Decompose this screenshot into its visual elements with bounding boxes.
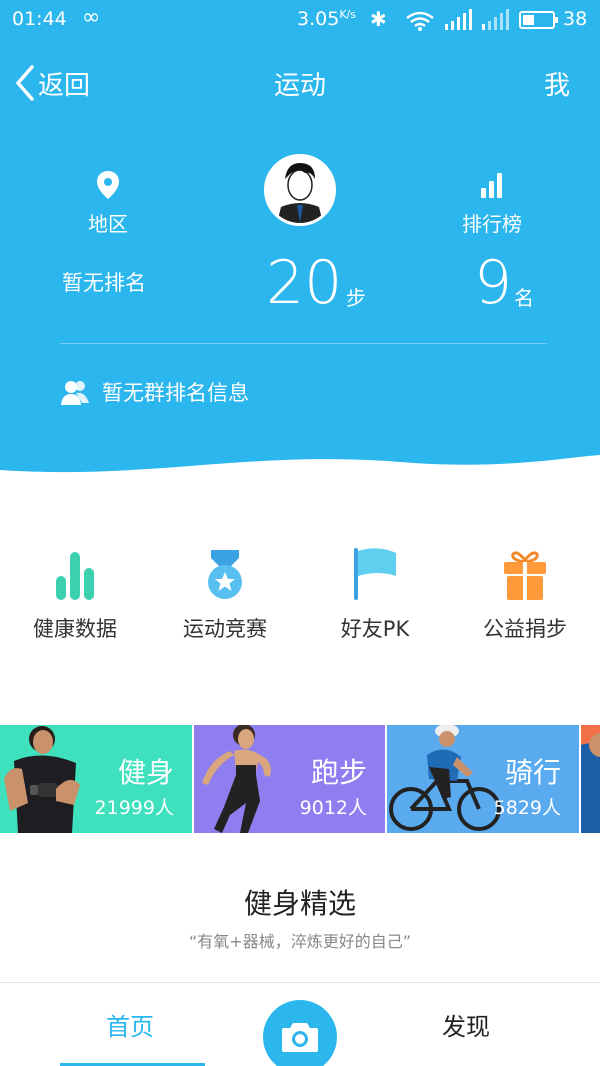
loop-icon: ∞ <box>82 5 101 30</box>
cycling-athlete-image <box>389 725 501 831</box>
net-speed-value: 3.05 <box>297 8 340 30</box>
battery-fill <box>523 15 534 25</box>
sport-name: 骑行 <box>504 756 561 789</box>
signal-icon <box>445 9 472 30</box>
battery-icon <box>519 11 558 29</box>
status-bar: 01:44 ∞ 3.05K/s ✱ 38 <box>0 0 600 40</box>
health-data-button[interactable]: 健康数据 <box>0 548 150 643</box>
flag-icon <box>354 548 396 600</box>
function-grid: 健康数据 运动竞赛 好友PK 公益捐步 <box>0 548 600 648</box>
sport-name: 跑步 <box>310 756 367 789</box>
sport-count: 5829人 <box>493 797 561 819</box>
net-speed-unit: K/s <box>339 8 356 21</box>
group-rank-label: 暂无群排名信息 <box>102 381 249 405</box>
sport-category-strip[interactable]: 健身 21999人 跑步 9012人 骑行 5829人 <box>0 725 600 833</box>
steps-value: 20 <box>266 248 343 318</box>
region-rank-text: 暂无排名 <box>62 271 146 295</box>
avatar-image <box>267 157 333 223</box>
sport-card-fitness[interactable]: 健身 21999人 <box>0 725 192 833</box>
sport-card-cycling[interactable]: 骑行 5829人 <box>387 725 579 833</box>
sport-card-more[interactable] <box>581 725 600 833</box>
section-title: 健身精选 <box>243 887 356 920</box>
group-rank-info[interactable]: 暂无群排名信息 <box>60 377 249 407</box>
bar-chart-icon <box>56 552 94 600</box>
camera-icon <box>282 1023 318 1052</box>
avatar[interactable] <box>264 154 336 226</box>
page-title: 运动 <box>273 71 326 101</box>
battery-percent: 38 <box>563 8 588 30</box>
sport-count: 9012人 <box>299 797 367 819</box>
net-speed: 3.05K/s <box>297 8 356 30</box>
signal-4g-icon <box>482 9 509 30</box>
gift-icon <box>504 551 546 600</box>
wave-divider <box>0 455 600 480</box>
charity-steps-button[interactable]: 公益捐步 <box>450 548 600 643</box>
status-time: 01:44 <box>12 8 67 30</box>
health-data-label: 健康数据 <box>33 617 117 641</box>
divider <box>60 343 547 344</box>
camera-button[interactable] <box>263 1000 337 1066</box>
me-button[interactable]: 我 <box>544 65 570 102</box>
sport-name: 健身 <box>117 756 174 789</box>
steps-unit: 步 <box>346 286 366 310</box>
leaderboard-button[interactable]: 排行榜 <box>442 170 542 237</box>
sport-count: 21999人 <box>94 797 174 819</box>
bluetooth-icon: ✱ <box>370 7 387 31</box>
sport-card-running[interactable]: 跑步 9012人 <box>194 725 385 833</box>
nav-bar: 返回 运动 我 <box>0 55 600 110</box>
more-athlete-image <box>581 733 600 833</box>
friend-pk-label: 好友PK <box>340 617 410 641</box>
region-label: 地区 <box>88 212 128 236</box>
competition-button[interactable]: 运动竞赛 <box>150 548 300 643</box>
charity-steps-label: 公益捐步 <box>483 617 567 641</box>
rank-value: 9 <box>474 248 513 318</box>
wifi-icon <box>406 11 434 31</box>
tab-discover[interactable]: 发现 <box>442 1007 490 1042</box>
region-button[interactable]: 地区 <box>58 170 158 237</box>
leaderboard-label: 排行榜 <box>462 212 522 236</box>
hero-panel: 01:44 ∞ 3.05K/s ✱ 38 返回 运动 我 地区 排行榜 暂无排名… <box>0 0 600 480</box>
competition-label: 运动竞赛 <box>183 617 267 641</box>
friend-pk-button[interactable]: 好友PK <box>300 548 450 643</box>
rank-unit: 名 <box>514 286 534 310</box>
section-subtitle: “有氧+器械，淬炼更好的自己” <box>189 932 411 951</box>
leaderboard-icon <box>481 173 502 198</box>
tab-home[interactable]: 首页 <box>106 1007 154 1042</box>
location-pin-icon <box>97 171 119 199</box>
group-users-icon <box>61 381 89 405</box>
running-athlete-image <box>202 725 271 833</box>
medal-icon <box>208 550 242 599</box>
fitness-athlete-image <box>4 726 80 833</box>
